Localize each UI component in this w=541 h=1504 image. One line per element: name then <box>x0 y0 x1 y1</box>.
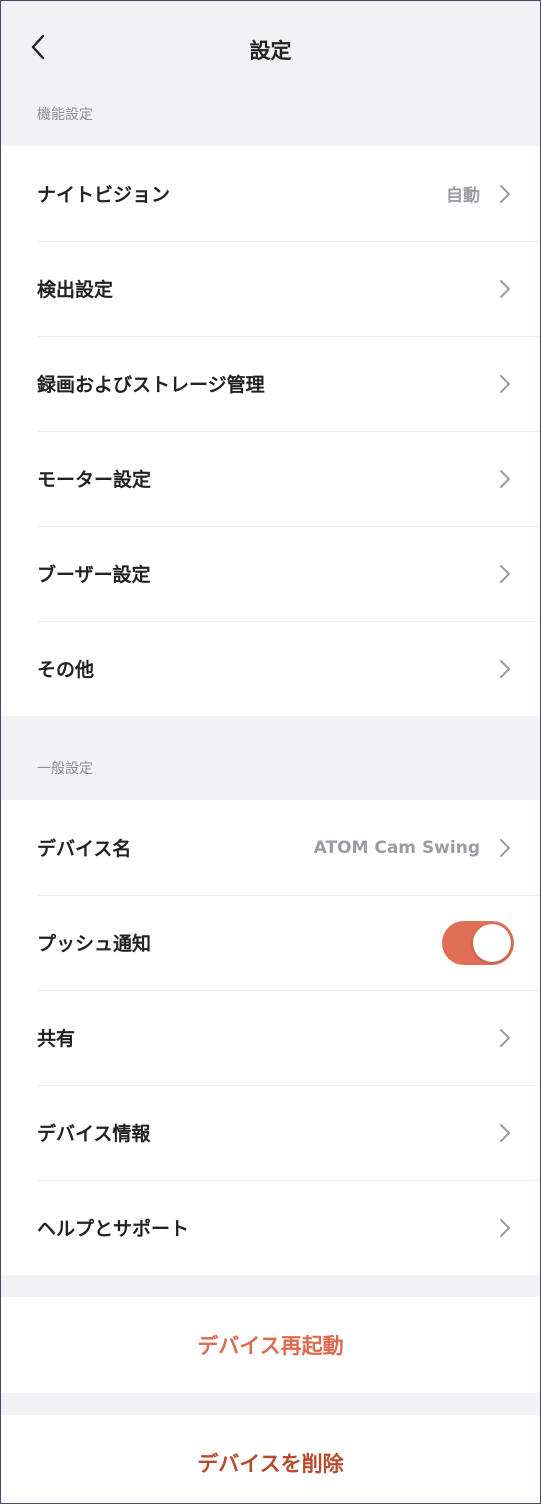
section-header-feature: 機能設定 <box>1 96 540 146</box>
setting-row-share[interactable]: 共有 <box>1 990 540 1085</box>
setting-label: ブーザー設定 <box>37 564 151 586</box>
setting-label: プッシュ通知 <box>37 933 152 955</box>
push-notification-toggle[interactable] <box>442 920 514 965</box>
setting-row-buzzer[interactable]: ブーザー設定 <box>1 526 540 621</box>
delete-device-label: デバイスを削除 <box>197 1452 344 1476</box>
setting-label: 検出設定 <box>37 279 114 301</box>
setting-row-motor[interactable]: モーター設定 <box>1 431 540 526</box>
toggle-knob <box>473 923 511 962</box>
restart-device-label: デバイス再起動 <box>197 1334 344 1358</box>
navigation-bar: 設定 <box>1 1 540 96</box>
setting-row-night-vision[interactable]: ナイトビジョン 自動 <box>1 146 540 241</box>
setting-label: 録画およびストレージ管理 <box>37 374 265 396</box>
chevron-right-icon <box>500 838 510 857</box>
delete-device-button[interactable]: デバイスを削除 <box>1 1415 540 1503</box>
setting-label: ヘルプとサポート <box>37 1218 190 1240</box>
restart-device-button[interactable]: デバイス再起動 <box>1 1297 540 1393</box>
setting-value: ATOM Cam Swing <box>313 837 480 858</box>
setting-row-device-info[interactable]: デバイス情報 <box>1 1085 540 1180</box>
chevron-right-icon <box>500 1028 510 1047</box>
feature-settings-group: ナイトビジョン 自動 検出設定 録画およびストレージ管理 モーター設定 ブーザー… <box>1 146 540 716</box>
setting-label: その他 <box>37 659 95 681</box>
setting-label: モーター設定 <box>37 469 152 491</box>
section-title-general: 一般設定 <box>37 761 93 777</box>
setting-label: デバイス名 <box>37 838 132 860</box>
chevron-right-icon <box>500 564 510 583</box>
chevron-right-icon <box>500 659 510 678</box>
setting-row-other[interactable]: その他 <box>1 621 540 716</box>
setting-label: ナイトビジョン <box>37 184 171 206</box>
chevron-right-icon <box>500 374 510 393</box>
setting-row-push-notification: プッシュ通知 <box>1 895 540 990</box>
setting-value: 自動 <box>446 186 480 206</box>
setting-label: デバイス情報 <box>37 1123 151 1145</box>
page-title: 設定 <box>249 39 292 63</box>
chevron-right-icon <box>500 1218 510 1237</box>
section-header-general: 一般設定 <box>1 716 540 800</box>
section-title-feature: 機能設定 <box>37 107 93 123</box>
chevron-right-icon <box>500 1123 510 1142</box>
settings-screen: 設定 機能設定 ナイトビジョン 自動 検出設定 録画およびストレージ管理 モータ… <box>0 0 541 1504</box>
chevron-right-icon <box>500 184 510 203</box>
chevron-right-icon <box>500 469 510 488</box>
setting-row-help-support[interactable]: ヘルプとサポート <box>1 1180 540 1275</box>
setting-row-detection[interactable]: 検出設定 <box>1 241 540 336</box>
setting-label: 共有 <box>37 1028 76 1050</box>
general-settings-group: デバイス名 ATOM Cam Swing プッシュ通知 共有 デバイス情報 ヘル… <box>1 800 540 1275</box>
setting-row-recording-storage[interactable]: 録画およびストレージ管理 <box>1 336 540 431</box>
chevron-right-icon <box>500 279 510 298</box>
setting-row-device-name[interactable]: デバイス名 ATOM Cam Swing <box>1 800 540 895</box>
